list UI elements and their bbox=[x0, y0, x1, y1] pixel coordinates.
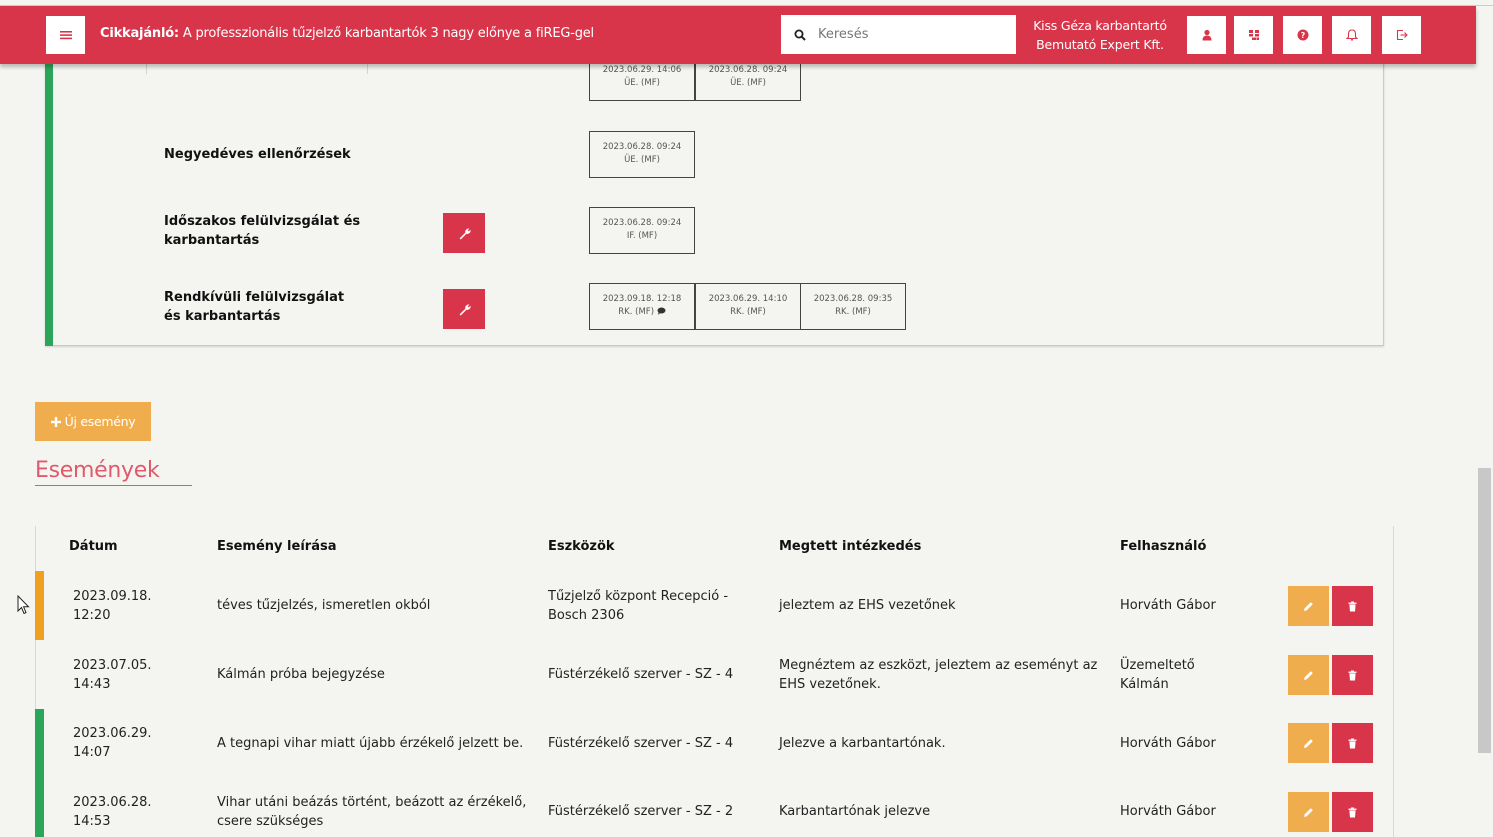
title-prefix: Cikkajánló: bbox=[100, 26, 179, 41]
header-devices: Eszközök bbox=[548, 539, 615, 554]
logout-button[interactable] bbox=[1382, 16, 1421, 54]
maintenance-entry[interactable]: 2023.06.28. 09:24 ÜE. (MF) bbox=[589, 131, 695, 178]
event-description: téves tűzjelzés, ismeretlen okból bbox=[217, 598, 431, 613]
row-status-accent bbox=[35, 571, 44, 640]
maintenance-entry[interactable]: 2023.06.29. 14:10 RK. (MF) bbox=[695, 283, 801, 330]
trash-icon bbox=[1348, 670, 1357, 680]
header-user: Felhasználó bbox=[1120, 539, 1207, 554]
delete-event-button[interactable] bbox=[1332, 723, 1373, 763]
user-name: Kiss Géza karbantartó bbox=[1033, 18, 1167, 33]
trash-icon bbox=[1348, 738, 1357, 748]
sitemap-button[interactable] bbox=[1234, 16, 1273, 54]
trash-icon bbox=[1348, 601, 1357, 611]
bell-icon bbox=[1345, 29, 1358, 41]
event-description: Vihar utáni beázás történt, beázott az é… bbox=[217, 795, 527, 829]
mouse-cursor-icon bbox=[17, 595, 30, 615]
event-device: Füstérzékelő szerver - SZ - 2 bbox=[548, 804, 734, 819]
top-navbar: Cikkajánló: A professzionális tűzjelző k… bbox=[0, 6, 1476, 64]
event-description: Kálmán próba bejegyzése bbox=[217, 667, 385, 682]
plus-icon bbox=[50, 416, 61, 427]
row-label-periodic: Időszakos felülvizsgálat és karbantartás bbox=[164, 214, 361, 248]
hamburger-menu-button[interactable] bbox=[46, 16, 85, 54]
event-action: Jelezve a karbantartónak. bbox=[779, 736, 946, 751]
row-status-accent bbox=[35, 709, 44, 837]
sitemap-icon bbox=[1248, 30, 1259, 40]
pencil-icon bbox=[1304, 738, 1313, 748]
delete-event-button[interactable] bbox=[1332, 655, 1373, 695]
event-device: Füstérzékelő szerver - SZ - 4 bbox=[548, 667, 734, 682]
maintenance-entry[interactable]: 2023.09.18. 12:18 RK. (MF) bbox=[589, 283, 695, 330]
edit-event-button[interactable] bbox=[1288, 792, 1329, 832]
event-device: Tűzjelző központ Recepció - Bosch 2306 bbox=[548, 589, 729, 623]
article-recommendation-link[interactable]: Cikkajánló: A professzionális tűzjelző k… bbox=[100, 26, 594, 41]
search-icon bbox=[794, 29, 806, 41]
event-date: 2023.09.18. 12:20 bbox=[73, 589, 152, 623]
events-section-title: Események bbox=[35, 458, 160, 483]
user-icon bbox=[1202, 29, 1211, 41]
user-info: Kiss Géza karbantartó Bemutató Expert Kf… bbox=[1030, 16, 1170, 54]
wrench-icon bbox=[459, 304, 471, 315]
pencil-icon bbox=[1304, 807, 1313, 817]
logout-icon bbox=[1396, 29, 1408, 41]
maintenance-entry[interactable]: 2023.06.28. 09:24 IF. (MF) bbox=[589, 207, 695, 254]
help-button[interactable]: ? bbox=[1283, 16, 1322, 54]
edit-event-button[interactable] bbox=[1288, 723, 1329, 763]
event-description: A tegnapi vihar miatt újabb érzékelő jel… bbox=[217, 736, 524, 751]
comment-icon bbox=[657, 307, 666, 315]
title-underline bbox=[35, 485, 192, 486]
event-date: 2023.06.28. 14:53 bbox=[73, 795, 152, 829]
menu-icon bbox=[59, 31, 72, 40]
event-user: Horváth Gábor bbox=[1120, 736, 1216, 751]
pencil-icon bbox=[1304, 601, 1313, 611]
event-action: Karbantartónak jelezve bbox=[779, 804, 931, 819]
search-box bbox=[781, 15, 1016, 54]
maintenance-entry[interactable]: 2023.06.28. 09:35 RK. (MF) bbox=[800, 283, 906, 330]
event-user: Üzemeltető Kálmán bbox=[1120, 658, 1195, 692]
notifications-button[interactable] bbox=[1332, 16, 1371, 54]
svg-text:?: ? bbox=[1300, 31, 1305, 40]
header-date: Dátum bbox=[69, 539, 118, 554]
event-user: Horváth Gábor bbox=[1120, 804, 1216, 819]
row-label-extraordinary: Rendkívüli felülvizsgálat és karbantartá… bbox=[164, 290, 345, 324]
event-action: jeleztem az EHS vezetőnek bbox=[779, 598, 956, 613]
header-description: Esemény leírása bbox=[217, 539, 337, 554]
extraordinary-maintenance-button[interactable] bbox=[443, 289, 485, 329]
profile-button[interactable] bbox=[1187, 16, 1226, 54]
company-name: Bemutató Expert Kft. bbox=[1036, 37, 1164, 52]
row-label-quarterly: Negyedéves ellenőrzések bbox=[164, 147, 351, 162]
trash-icon bbox=[1348, 807, 1357, 817]
delete-event-button[interactable] bbox=[1332, 586, 1373, 626]
wrench-icon bbox=[459, 228, 471, 239]
event-action: Megnéztem az eszközt, jeleztem az esemén… bbox=[779, 658, 1098, 692]
pencil-icon bbox=[1304, 670, 1313, 680]
periodic-maintenance-button[interactable] bbox=[443, 213, 485, 253]
page-scrollbar[interactable] bbox=[1478, 468, 1491, 753]
question-icon: ? bbox=[1297, 29, 1308, 41]
event-user: Horváth Gábor bbox=[1120, 598, 1216, 613]
title-text: A professzionális tűzjelző karbantartók … bbox=[178, 26, 594, 41]
delete-event-button[interactable] bbox=[1332, 792, 1373, 832]
event-device: Füstérzékelő szerver - SZ - 4 bbox=[548, 736, 734, 751]
panel-status-bar bbox=[45, 60, 53, 346]
edit-event-button[interactable] bbox=[1288, 655, 1329, 695]
search-input[interactable] bbox=[818, 27, 998, 42]
new-event-label: Új esemény bbox=[64, 414, 136, 429]
edit-event-button[interactable] bbox=[1288, 586, 1329, 626]
new-event-button[interactable]: Új esemény bbox=[35, 402, 151, 441]
event-date: 2023.07.05. 14:43 bbox=[73, 658, 152, 692]
header-action: Megtett intézkedés bbox=[779, 539, 922, 554]
event-date: 2023.06.29. 14:07 bbox=[73, 726, 152, 760]
